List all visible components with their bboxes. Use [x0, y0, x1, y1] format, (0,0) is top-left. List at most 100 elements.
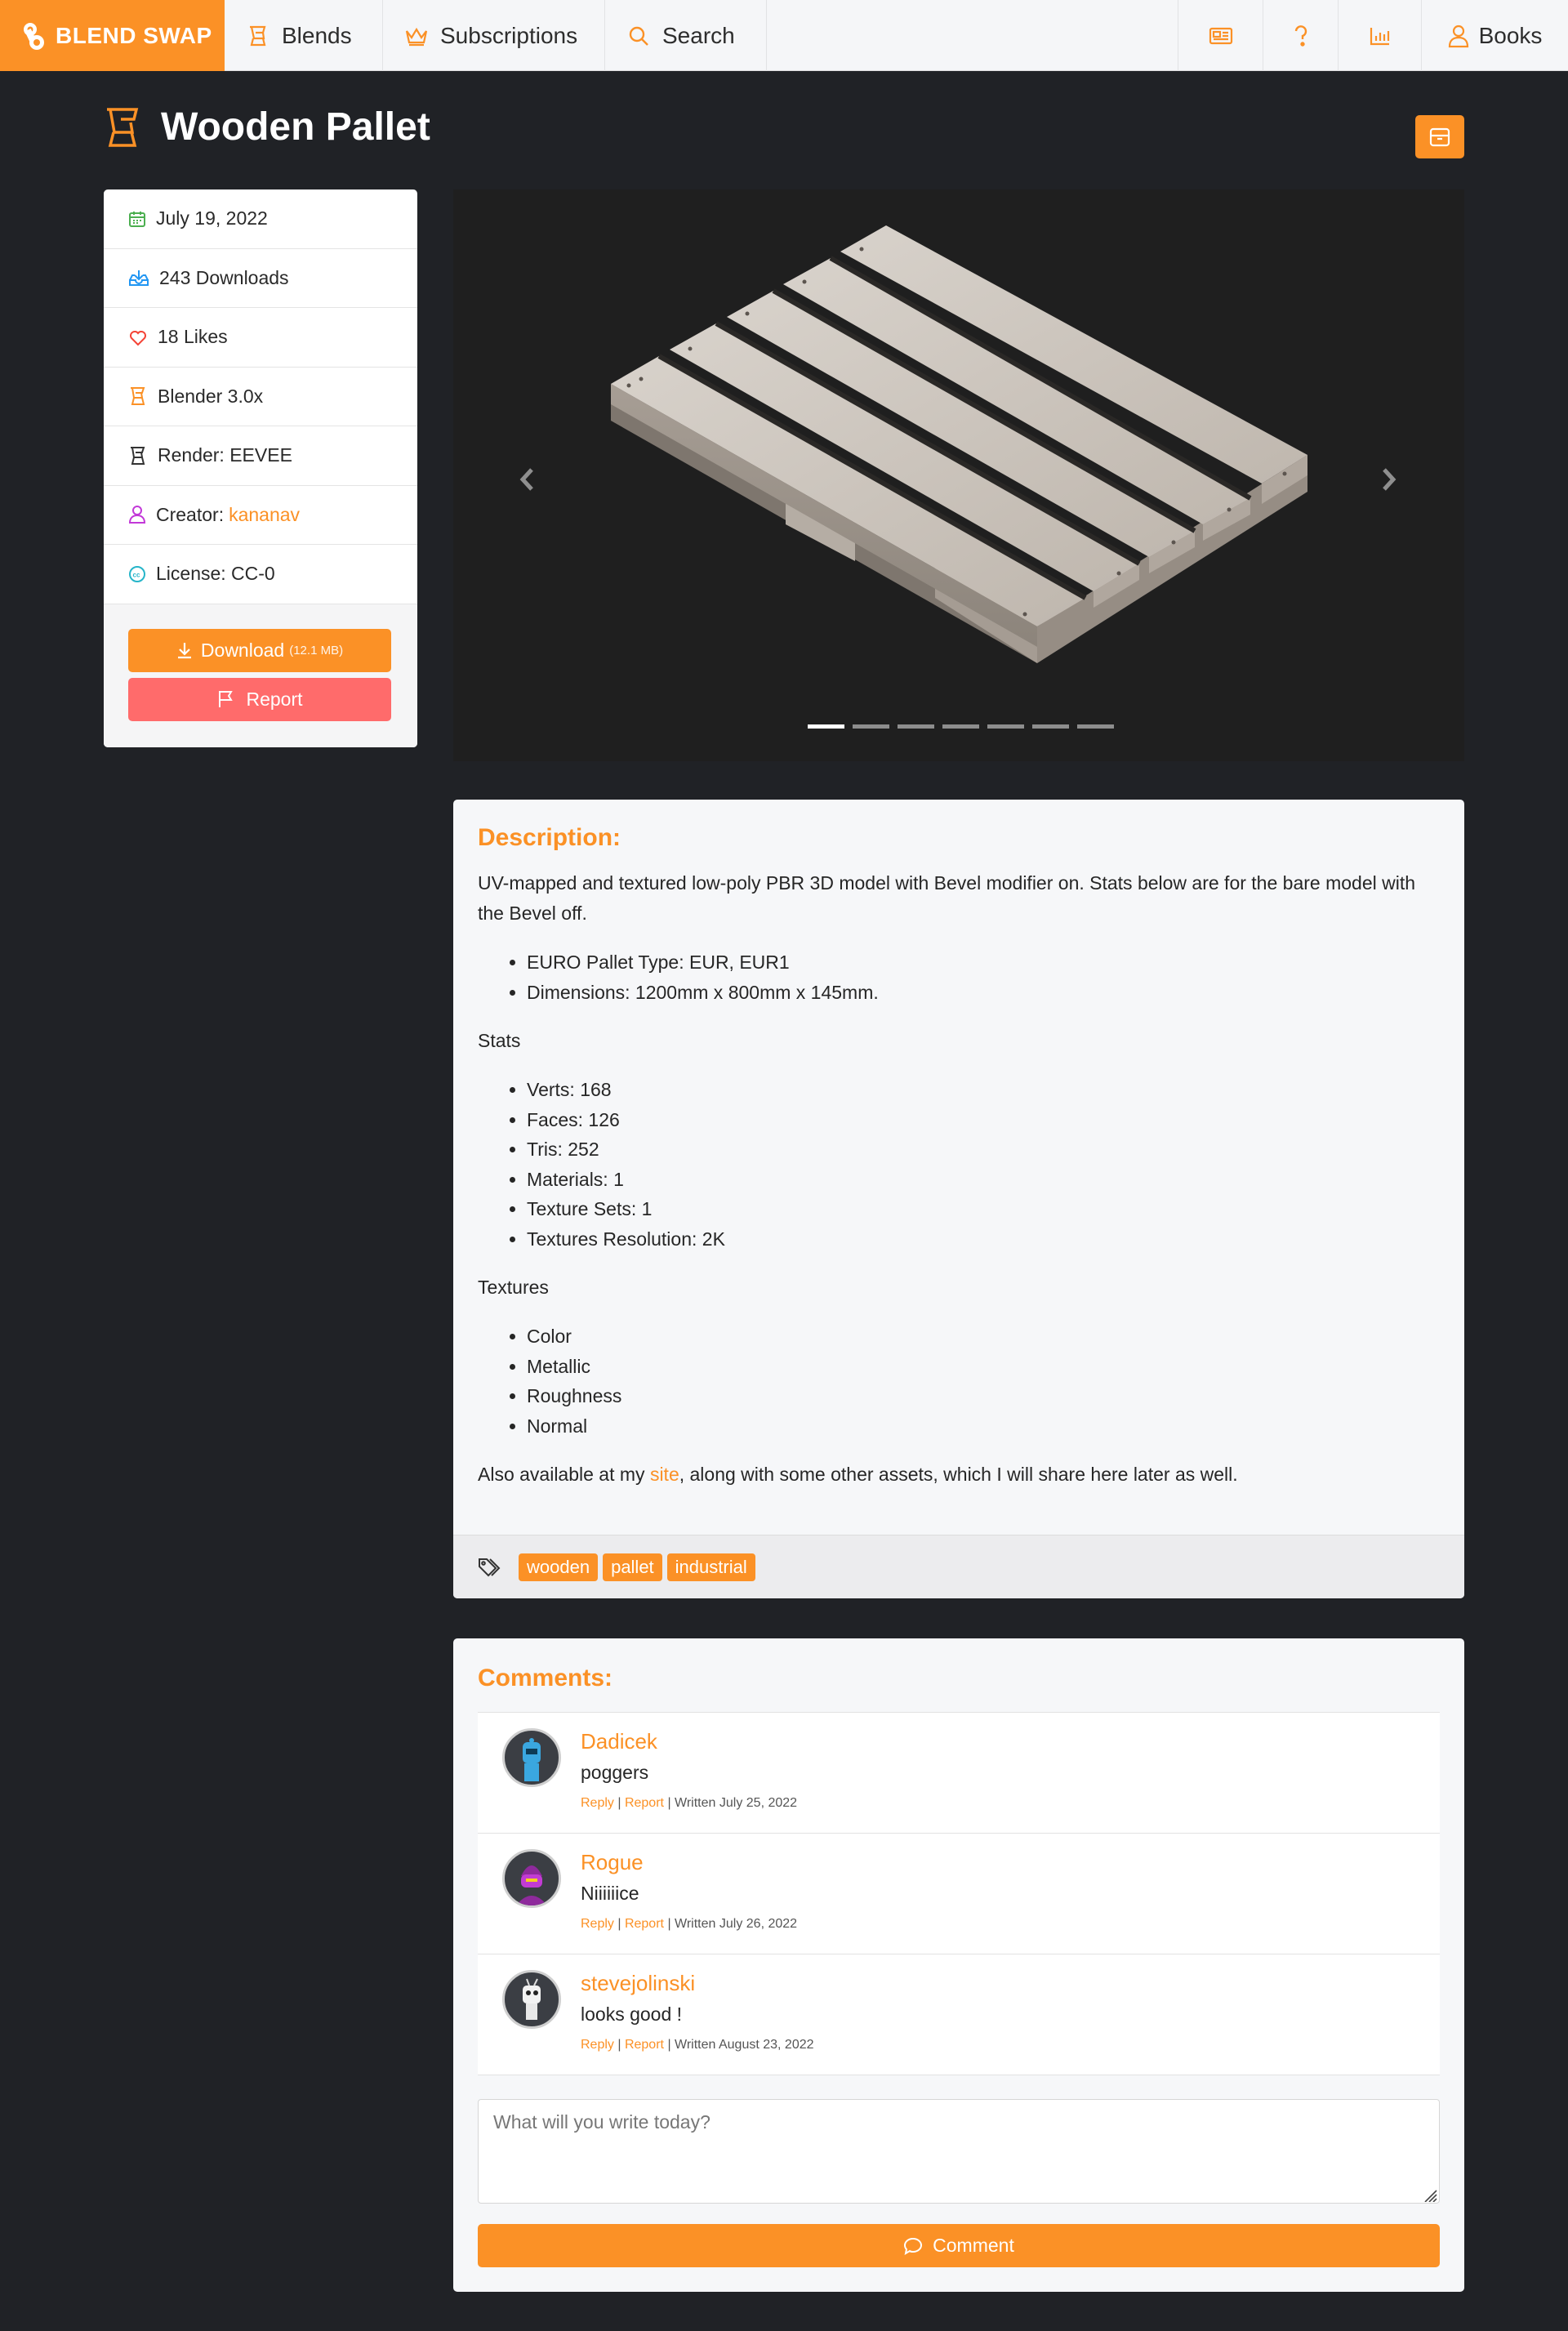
info-likes[interactable]: 18 Likes — [104, 308, 417, 368]
info-license-text: License: CC-0 — [156, 563, 275, 585]
avatar[interactable] — [502, 1728, 561, 1787]
download-tray-icon — [129, 270, 149, 287]
list-item: Roughness — [527, 1381, 1440, 1411]
description-card: Description: UV-mapped and textured low-… — [453, 800, 1464, 1598]
cartoon-avatar-icon — [523, 1978, 541, 2020]
download-button[interactable]: Download (12.1 MB) — [128, 628, 391, 672]
download-icon — [177, 643, 191, 659]
carousel-indicators — [808, 724, 1114, 729]
nav-stats-button[interactable] — [1338, 0, 1421, 71]
chart-icon — [1370, 27, 1389, 45]
carousel-prev-button[interactable] — [510, 459, 543, 500]
comment-text: Niiiiiice — [581, 1883, 639, 1904]
creator-link[interactable]: kananav — [229, 504, 300, 526]
user-icon — [128, 506, 146, 524]
download-size: (12.1 MB) — [289, 643, 344, 657]
comment-author[interactable]: Dadicek — [581, 1729, 657, 1754]
list-item: Faces: 126 — [527, 1105, 1440, 1135]
comment-meta: Reply | Report | Written July 25, 2022 — [581, 1796, 798, 1810]
nav-help-button[interactable] — [1263, 0, 1338, 71]
nav-blends[interactable]: Blends — [225, 0, 383, 71]
info-creator: Creator: kananav — [104, 486, 417, 545]
chevron-right-icon — [1383, 468, 1396, 491]
comment-input[interactable] — [478, 2099, 1440, 2204]
archive-icon — [1429, 127, 1450, 146]
report-link[interactable]: Report — [625, 1917, 664, 1931]
reply-link[interactable]: Reply — [581, 1917, 614, 1931]
nav-account[interactable]: Books — [1421, 0, 1568, 71]
calendar-icon — [129, 211, 145, 227]
list-item: Verts: 168 — [527, 1075, 1440, 1105]
stats-heading: Stats — [478, 1030, 521, 1051]
tag-wooden[interactable]: wooden — [519, 1553, 599, 1581]
page-header: Wooden Pallet — [104, 105, 430, 149]
nav-subscriptions[interactable]: Subscriptions — [383, 0, 605, 71]
textures-list: Color Metallic Roughness Normal — [527, 1321, 1440, 1441]
report-button[interactable]: Report — [128, 677, 391, 721]
list-item: Metallic — [527, 1352, 1440, 1382]
image-carousel — [453, 189, 1464, 761]
blender-icon — [250, 25, 266, 46]
collection-button[interactable] — [1415, 115, 1464, 158]
nav-blends-label: Blends — [282, 22, 352, 48]
carousel-indicator[interactable] — [853, 724, 889, 729]
nav-subscriptions-label: Subscriptions — [440, 22, 578, 48]
carousel-indicator[interactable] — [1077, 724, 1114, 729]
specs-list: EURO Pallet Type: EUR, EUR1 Dimensions: … — [527, 947, 1440, 1007]
list-item: Color — [527, 1321, 1440, 1352]
carousel-indicator[interactable] — [942, 724, 979, 729]
wooden-pallet-render — [611, 225, 1307, 663]
description-heading: Description: — [478, 824, 621, 851]
resize-grip-icon[interactable] — [1423, 2189, 1438, 2202]
info-downloads-text: 243 Downloads — [159, 266, 289, 288]
avatar[interactable] — [502, 1970, 561, 2029]
comment-text: looks good ! — [581, 2003, 683, 2025]
carousel-indicator[interactable] — [808, 724, 844, 729]
heart-icon — [130, 330, 146, 346]
site-link[interactable]: site — [650, 1464, 679, 1485]
carousel-indicator[interactable] — [987, 724, 1024, 729]
comment-author[interactable]: Rogue — [581, 1850, 644, 1875]
reply-link[interactable]: Reply — [581, 1796, 614, 1810]
comment-author[interactable]: stevejolinski — [581, 1971, 695, 1996]
report-link[interactable]: Report — [625, 1796, 664, 1810]
page-title: Wooden Pallet — [161, 105, 430, 149]
info-blender-version: Blender 3.0x — [104, 368, 417, 426]
nav-news-button[interactable] — [1178, 0, 1263, 71]
carousel-indicator[interactable] — [1032, 724, 1069, 729]
comment-item: Dadicek poggers Reply | Report | Written… — [478, 1713, 1440, 1834]
info-date-text: July 19, 2022 — [156, 207, 268, 230]
nav-search-label: Search — [662, 22, 735, 48]
nav-search[interactable]: Search — [605, 0, 767, 71]
comment-list: Dadicek poggers Reply | Report | Written… — [478, 1712, 1440, 2075]
tags-icon — [479, 1558, 501, 1576]
outro-text-after: , along with some other assets, which I … — [679, 1464, 1238, 1485]
tag-pallet[interactable]: pallet — [603, 1553, 662, 1581]
carousel-next-button[interactable] — [1373, 459, 1405, 500]
info-render: Render: EEVEE — [104, 426, 417, 486]
user-icon — [1448, 25, 1468, 47]
top-navbar: BLEND SWAP Blends Subscriptions Search B… — [0, 0, 1568, 71]
comment-meta: Reply | Report | Written July 26, 2022 — [581, 1917, 798, 1931]
comment-item: Rogue Niiiiiice Reply | Report | Written… — [478, 1834, 1440, 1954]
blender-icon — [107, 107, 139, 147]
textures-heading: Textures — [478, 1277, 549, 1298]
robot-avatar-icon — [523, 1738, 541, 1781]
tags-bar: wooden pallet industrial — [453, 1535, 1464, 1598]
info-downloads: 243 Downloads — [104, 249, 417, 308]
comment-item: stevejolinski looks good ! Reply | Repor… — [478, 1954, 1440, 2075]
tag-industrial[interactable]: industrial — [666, 1553, 755, 1581]
site-logo[interactable]: BLEND SWAP — [0, 0, 225, 71]
comment-submit-button[interactable]: Comment — [478, 2224, 1440, 2267]
info-creator-label: Creator: — [156, 503, 225, 525]
reply-link[interactable]: Reply — [581, 2038, 614, 2052]
blender-icon — [131, 387, 145, 406]
list-item: Normal — [527, 1411, 1440, 1442]
crown-icon — [405, 27, 428, 46]
report-link[interactable]: Report — [625, 2038, 664, 2052]
outro-text-before: Also available at my — [478, 1464, 650, 1485]
carousel-indicator[interactable] — [898, 724, 934, 729]
logo-text: BLEND SWAP — [56, 22, 212, 48]
avatar[interactable] — [502, 1849, 561, 1908]
search-icon — [629, 26, 648, 46]
